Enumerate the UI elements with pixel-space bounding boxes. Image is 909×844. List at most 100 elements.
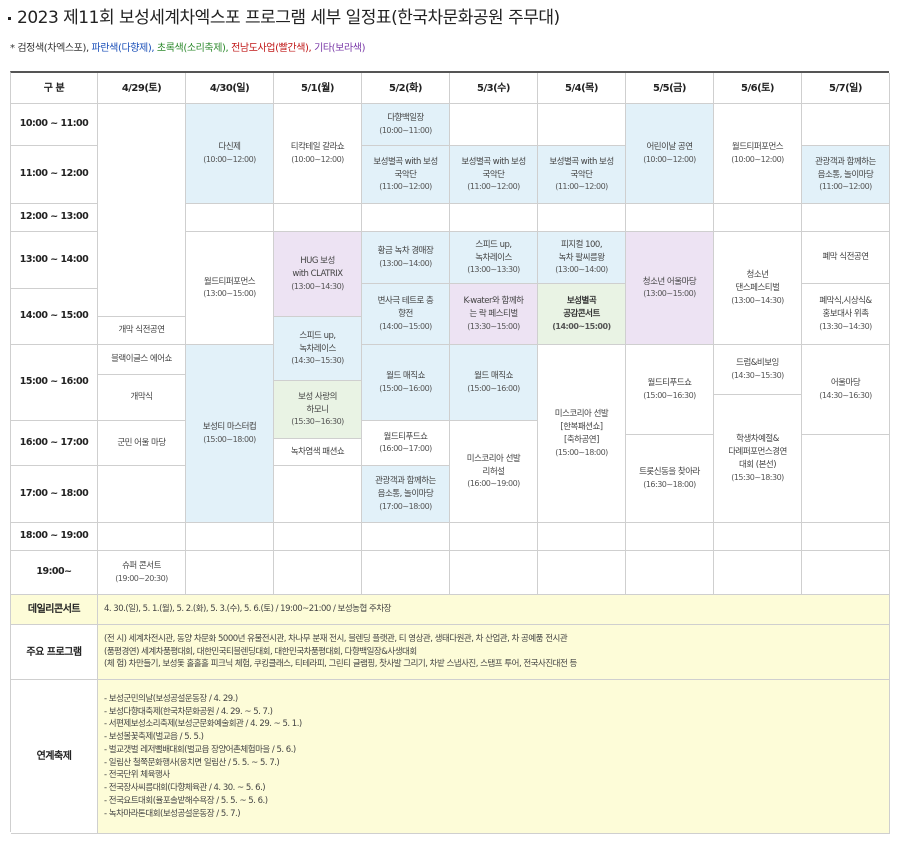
time-label: 18:00 ~ 19:00 <box>11 523 98 551</box>
list-item: - 전국단위 체육행사 <box>104 770 170 781</box>
event-speed-tea-race: 스피드 up, 녹차레이스 (14:30~15:30) <box>274 317 362 381</box>
time-label: 19:00~ <box>11 551 98 595</box>
empty-slot <box>450 523 538 551</box>
event-opening-pre: 개막 식전공연 <box>98 317 186 345</box>
main-program-label: 주요 프로그램 <box>11 625 98 680</box>
event-golden-tea-auction: 황금 녹차 경매장 (13:00~14:00) <box>362 232 450 284</box>
main-program-text: (전 시) 세계차전시관, 동양 차문화 5000년 유물전시관, 차나무 분재… <box>98 625 890 680</box>
event-empathy-concert: 보성별곡 공감콘서트 (14:00~15:00) <box>538 284 626 345</box>
event-physical-100: 피지컬 100, 녹차 팔씨름왕 (13:00~14:00) <box>538 232 626 284</box>
empty-slot <box>362 551 450 595</box>
legend-red: 전남도사업(빨간색), <box>231 43 312 54</box>
header-day: 5/3(수) <box>450 73 538 104</box>
time-label: 14:00 ~ 15:00 <box>11 289 98 345</box>
event-love-harmony: 보성 사랑의 하모니 (15:30~16:30) <box>274 381 362 439</box>
legend-green: 초록색(소리축제), <box>156 43 229 54</box>
daily-concert-label: 데일리콘서트 <box>11 595 98 625</box>
event-world-tea-performance: 월드티퍼포먼스 (10:00~12:00) <box>714 104 802 204</box>
time-label: 11:00 ~ 12:00 <box>11 146 98 204</box>
empty-slot <box>98 104 186 317</box>
event-opening-ceremony: 개막식 <box>98 375 186 421</box>
empty-slot <box>626 551 714 595</box>
empty-slot <box>274 204 362 232</box>
list-item: - 보성볼꽃축제(벌교읍 / 5. 5.) <box>104 732 204 742</box>
event-world-tea-food-show: 월드티푸드쇼 (15:00~16:30) <box>626 345 714 435</box>
empty-slot <box>538 551 626 595</box>
header-day: 4/30(일) <box>186 73 274 104</box>
empty-slot <box>362 523 450 551</box>
event-gugak-with-boseong: 보성별곡 with 보성 국악단 (11:00~12:00) <box>538 146 626 204</box>
empty-slot <box>186 523 274 551</box>
event-gugak-with-boseong: 보성별곡 with 보성 국악단 (11:00~12:00) <box>362 146 450 204</box>
empty-slot <box>98 523 186 551</box>
bullet-icon <box>8 16 11 20</box>
event-speed-tea-race: 스피드 up, 녹차레이스 (13:00~13:30) <box>450 232 538 284</box>
event-gugak-with-boseong: 보성별곡 with 보성 국악단 (11:00~12:00) <box>450 146 538 204</box>
event-miss-korea: 미스코리아 선발 [한복패션쇼] [축하공연] (15:00~18:00) <box>538 345 626 523</box>
empty-slot <box>802 204 890 232</box>
event-tea-master-cup: 보성티 마스터컵 (15:00~18:00) <box>186 345 274 523</box>
event-world-tea-food-show: 월드티푸드쇼 (16:00~17:00) <box>362 421 450 466</box>
empty-slot <box>626 204 714 232</box>
empty-slot <box>450 104 538 146</box>
event-dahyang-baekiljang: 다향백일장 (10:00~11:00) <box>362 104 450 146</box>
color-legend: * 검정색(차엑스포), 파란색(다향제), 초록색(소리축제), 전남도사업(… <box>10 39 365 54</box>
list-item: - 보성군민의날(보성공설운동장 / 4. 29.) <box>104 693 238 704</box>
empty-slot <box>714 523 802 551</box>
event-world-magic-show: 월드 매직쇼 (15:00~16:00) <box>450 345 538 421</box>
event-hug-boseong: HUG 보성 with CLATRIX (13:00~14:30) <box>274 232 362 317</box>
event-closing-ceremony: 폐막식,시상식& 홍보대사 위촉 (13:30~14:30) <box>802 284 890 345</box>
header-day: 5/7(일) <box>802 73 890 104</box>
empty-slot <box>802 104 890 146</box>
time-label: 12:00 ~ 13:00 <box>11 204 98 232</box>
header-day: 5/4(목) <box>538 73 626 104</box>
legend-blue: 파란색(다향제), <box>91 43 155 54</box>
event-kwater-rock-festival: K-water와 함께하 는 락 페스티벌 (13:30~15:00) <box>450 284 538 345</box>
event-byeonsa-drama: 변사극 테트로 충 향전 (14:00~15:00) <box>362 284 450 345</box>
list-item: - 서편제보성소리축제(보성군문화예술회관 / 4. 29. ~ 5. 1.) <box>104 719 302 730</box>
event-youth-dance-festival: 청소년 댄스페스티벌 (13:00~14:30) <box>714 232 802 345</box>
event-drum-bboying: 드럼&비보잉 (14:30~15:30) <box>714 345 802 395</box>
empty-slot <box>274 551 362 595</box>
event-world-magic-show: 월드 매직쇼 (15:00~16:00) <box>362 345 450 421</box>
time-label: 17:00 ~ 18:00 <box>11 466 98 523</box>
empty-slot <box>98 466 186 523</box>
event-black-eagles: 블랙이글스 에어쇼 <box>98 345 186 375</box>
event-dashinje: 다신제 (10:00~12:00) <box>186 104 274 204</box>
event-closing-pre: 폐막 식전공연 <box>802 232 890 284</box>
time-label: 10:00 ~ 11:00 <box>11 104 98 146</box>
list-item: - 벌교갯벌 레저뻘배대회(벌교읍 장양어촌체험마을 / 5. 6.) <box>104 744 296 755</box>
daily-concert-text: 4. 30.(일), 5. 1.(월), 5. 2.(화), 5. 3.(수),… <box>98 595 890 625</box>
time-label: 15:00 ~ 16:00 <box>11 345 98 421</box>
list-item: - 일림산 철쭉문화행사(웅치면 일림산 / 5. 5. ~ 5. 7.) <box>104 757 280 768</box>
empty-slot <box>714 551 802 595</box>
empty-slot <box>274 523 362 551</box>
empty-slot <box>362 204 450 232</box>
empty-slot <box>186 551 274 595</box>
header-day: 5/5(금) <box>626 73 714 104</box>
empty-slot <box>802 435 890 523</box>
list-item: - 전국장사씨름대회(다향체육관 / 4. 30. ~ 5. 6.) <box>104 783 266 793</box>
list-item: - 보성다향대축제(한국차문화공원 / 4. 29. ~ 5. 7.) <box>104 706 273 717</box>
event-visitors-play: 관광객과 함께하는 음소통, 놀이마당 (17:00~18:00) <box>362 466 450 523</box>
page-title: 2023 제11회 보성세계차엑스포 프로그램 세부 일정표(한국차문화공원 주… <box>8 3 560 28</box>
event-gunmin-eoul: 군민 어울 마당 <box>98 421 186 466</box>
event-eoulmadang: 어울마당 (14:30~16:30) <box>802 345 890 435</box>
legend-purple: 기타(보라색) <box>314 43 366 54</box>
empty-slot <box>802 523 890 551</box>
empty-slot <box>450 551 538 595</box>
event-super-concert: 슈퍼 콘서트 (19:00~20:30) <box>98 551 186 595</box>
time-label: 13:00 ~ 14:00 <box>11 232 98 289</box>
header-gubun: 구 분 <box>11 73 98 104</box>
empty-slot <box>714 204 802 232</box>
empty-slot <box>802 551 890 595</box>
list-item: - 녹차마라톤대회(보성공설운동장 / 5. 7.) <box>104 808 241 819</box>
header-day: 5/6(토) <box>714 73 802 104</box>
empty-slot <box>274 466 362 523</box>
header-day: 5/1(월) <box>274 73 362 104</box>
event-childrens-day: 어린이날 공연 (10:00~12:00) <box>626 104 714 204</box>
event-world-tea-performance: 월드티퍼포먼스 (13:00~15:00) <box>186 232 274 345</box>
event-tea-dye-fashion-show: 녹차염색 패션쇼 <box>274 439 362 466</box>
empty-slot <box>538 523 626 551</box>
event-miss-korea-rehearsal: 미스코리아 선발 리허설 (16:00~19:00) <box>450 421 538 523</box>
